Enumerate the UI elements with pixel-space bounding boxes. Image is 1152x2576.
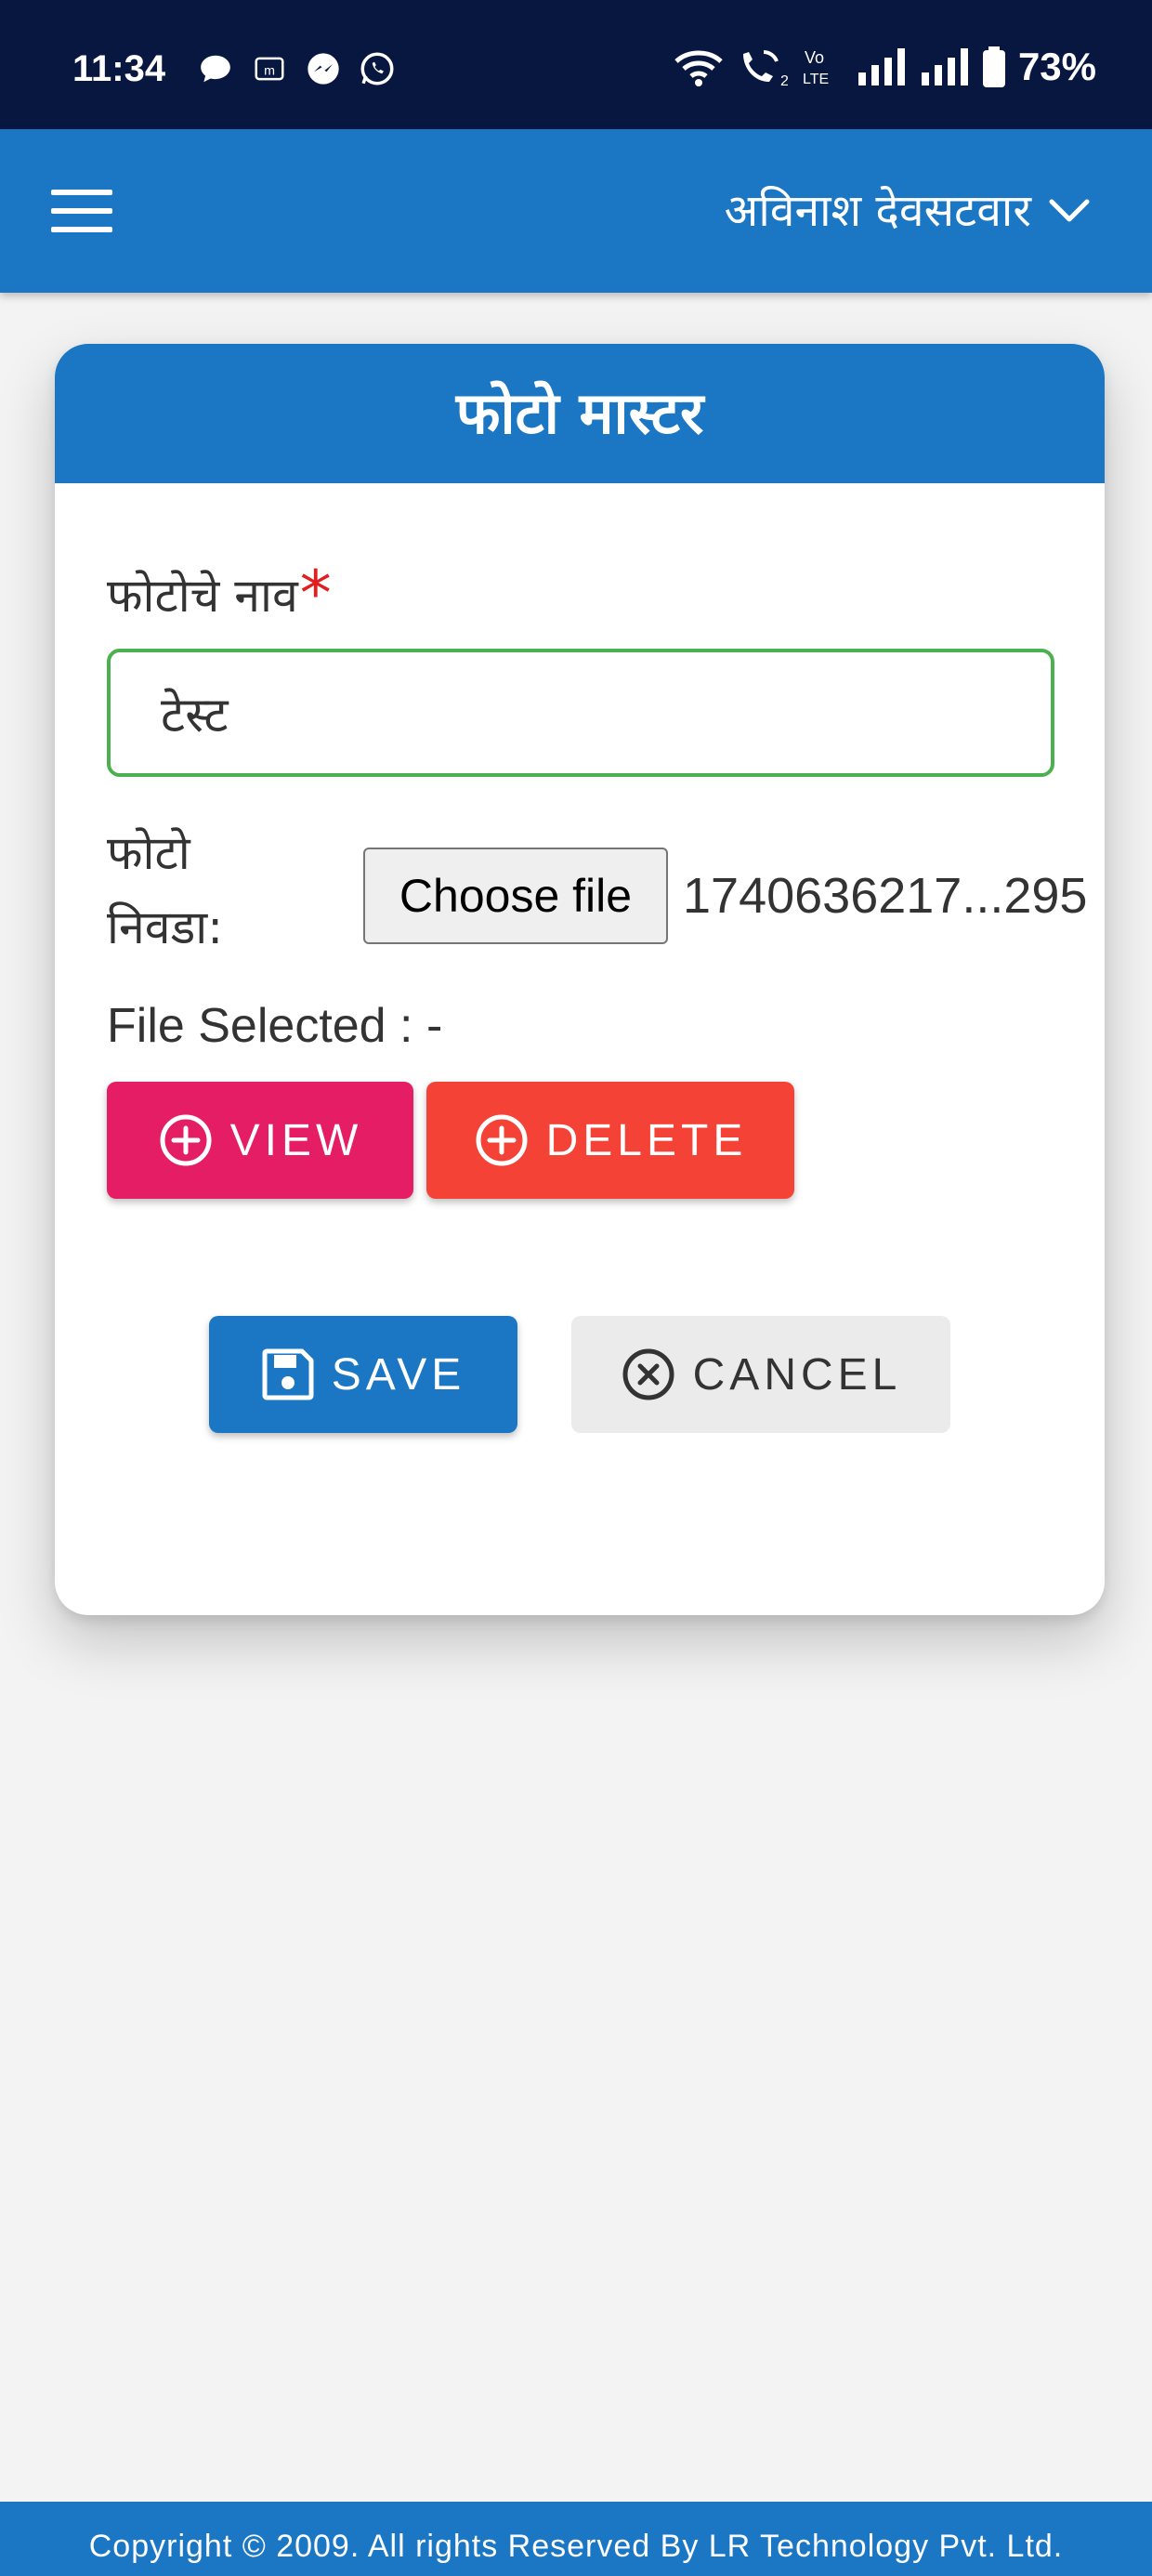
add-circle-icon: [160, 1114, 212, 1166]
required-asterisk: *: [299, 558, 332, 631]
status-system-icons: 2 Vo LTE 73%: [673, 41, 1096, 93]
photo-name-input[interactable]: [107, 649, 1054, 777]
menu-button[interactable]: [43, 176, 121, 246]
view-button[interactable]: VIEW: [107, 1082, 413, 1199]
card-header: फोटो मास्टर: [55, 344, 1105, 483]
battery-icon: [981, 41, 1007, 93]
status-bar: 11:34 m 2 Vo LTE 73%: [0, 0, 1152, 129]
battery-percent: 73%: [1017, 45, 1096, 88]
signal-icon: [855, 41, 907, 93]
footer-copyright: Copyright © 2009. All rights Reserved By…: [88, 2529, 1064, 2564]
wifi-icon: [673, 41, 725, 93]
svg-text:Vo: Vo: [805, 48, 824, 67]
svg-text:LTE: LTE: [803, 72, 829, 87]
m-box-icon: m: [249, 48, 290, 89]
cancel-button[interactable]: CANCEL: [571, 1316, 950, 1433]
messenger-icon: [303, 48, 344, 89]
app-bar: अविनाश देवसटवार: [0, 129, 1152, 293]
user-name: अविनाश देवसटवार: [724, 185, 1031, 237]
signal-icon: [918, 41, 970, 93]
choose-photo-label: फोटो निवडा:: [107, 826, 224, 954]
save-button[interactable]: SAVE: [209, 1316, 517, 1433]
svg-text:m: m: [264, 63, 275, 78]
selected-file-name: 1740636217...295: [683, 868, 1088, 924]
user-menu[interactable]: अविनाश देवसटवार: [725, 179, 1091, 243]
choose-file-button[interactable]: Choose file: [363, 848, 668, 944]
delete-button[interactable]: DELETE: [426, 1082, 794, 1199]
chevron-down-icon: [1049, 199, 1090, 222]
cancel-button-label: CANCEL: [692, 1349, 902, 1400]
photo-name-label: फोटोचे नाव*: [107, 561, 332, 629]
footer: Copyright © 2009. All rights Reserved By…: [0, 2502, 1152, 2576]
file-selected-status: File Selected : -: [107, 999, 443, 1053]
add-circle-icon: [476, 1114, 528, 1166]
close-circle-icon: [622, 1348, 674, 1400]
chat-bubble-icon: [195, 48, 236, 89]
wifi-calling-icon: 2: [736, 41, 788, 93]
view-button-label: VIEW: [229, 1115, 363, 1165]
hamburger-menu-icon: [51, 190, 112, 232]
volte-icon: Vo LTE: [799, 41, 844, 93]
status-notification-icons: m: [195, 48, 398, 89]
save-button-label: SAVE: [331, 1349, 466, 1400]
status-time: 11:34: [72, 48, 166, 89]
whatsapp-icon: [357, 48, 398, 89]
card-title: फोटो मास्टर: [455, 379, 704, 447]
floppy-disk-icon: [262, 1348, 314, 1400]
photo-master-card: फोटो मास्टर फोटोचे नाव* फोटो निवडा: Choo…: [55, 344, 1105, 1615]
photo-name-label-text: फोटोचे नाव: [107, 569, 298, 623]
delete-button-label: DELETE: [545, 1115, 748, 1165]
svg-text:2: 2: [780, 73, 788, 89]
